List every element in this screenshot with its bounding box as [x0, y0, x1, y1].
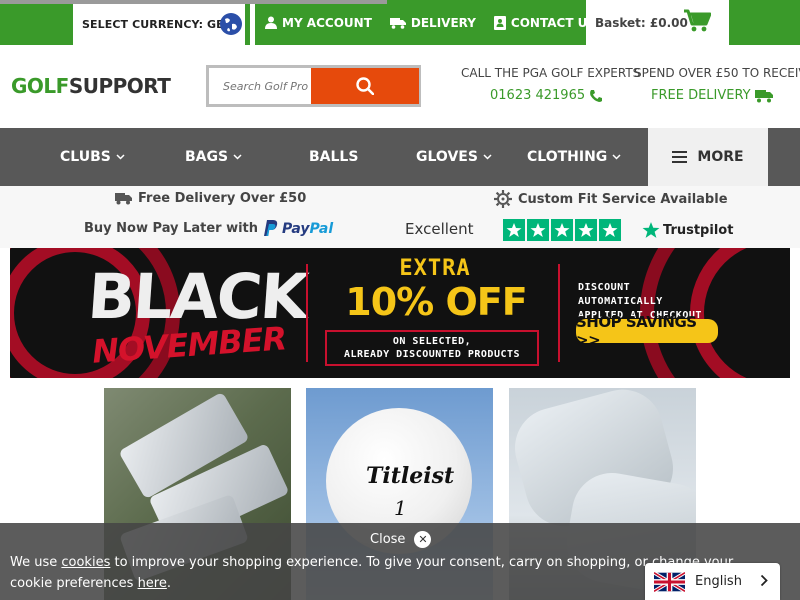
basket-label: Basket: £0.00: [595, 15, 688, 30]
usp-custom-fit[interactable]: Custom Fit Service Available: [494, 190, 728, 208]
nav-item-label: GLOVES: [416, 149, 478, 165]
currency-selector[interactable]: SELECT CURRENCY: GBP: [73, 4, 245, 45]
trustpilot-star-icon: [642, 222, 660, 238]
banner-discount-text: 10% OFF: [345, 280, 527, 324]
logo-golf: GOLF: [11, 74, 69, 98]
delivery-label: DELIVERY: [410, 15, 476, 30]
truck-icon: [389, 17, 406, 29]
nav-item-label: CLOTHING: [527, 149, 608, 165]
language-label: English: [695, 574, 742, 589]
nav-item-label: BAGS: [185, 149, 229, 165]
banner-selected-line2: ALREADY DISCOUNTED PRODUCTS: [343, 349, 521, 360]
banner-selected-text: ON SELECTED, ALREADY DISCOUNTED PRODUCTS: [327, 335, 537, 361]
star-icon: [575, 219, 597, 241]
star-icon: [551, 219, 573, 241]
hamburger-icon: [672, 151, 688, 163]
paypal-text-pal: Pal: [309, 220, 334, 237]
shopping-cart-icon: [684, 9, 711, 32]
phone-label: 01623 421965: [490, 88, 586, 103]
top-bar-divider: [250, 4, 255, 45]
uk-flag-icon: [654, 571, 685, 592]
truck-icon: [754, 89, 773, 102]
chevron-down-icon: [116, 154, 125, 160]
trustpilot-rating-word: Excellent: [405, 220, 474, 238]
search-input[interactable]: [209, 68, 309, 104]
cookie-text-3: .: [166, 576, 171, 591]
search-box: [206, 65, 421, 107]
more-label: MORE: [697, 149, 744, 165]
gear-icon: [494, 190, 512, 208]
star-icon: [599, 219, 621, 241]
golf-ball-number: 1: [394, 496, 407, 520]
more-menu-button[interactable]: MORE: [648, 128, 768, 186]
phone-icon: [590, 89, 603, 102]
chevron-right-icon: [760, 574, 768, 587]
nav-item-gloves[interactable]: GLOVES: [416, 128, 492, 186]
truck-icon: [115, 193, 132, 205]
nav-item-label: BALLS: [309, 149, 359, 165]
language-selector[interactable]: English: [645, 563, 780, 600]
site-header: GOLFSUPPORT CALL THE PGA GOLF EXPERTS 01…: [0, 45, 800, 128]
search-button[interactable]: [311, 68, 419, 104]
usp-pay-later-label: Buy Now Pay Later with: [84, 221, 259, 236]
trustpilot-label: Trustpilot: [663, 222, 734, 238]
contact-us-link[interactable]: CONTACT US: [493, 15, 597, 30]
currency-label: SELECT CURRENCY: GBP: [82, 18, 233, 31]
nav-item-bags[interactable]: BAGS: [185, 128, 242, 186]
my-account-label: MY ACCOUNT: [282, 15, 372, 30]
trustpilot-stars[interactable]: [503, 219, 623, 241]
star-icon: [527, 219, 549, 241]
banner-divider: [306, 264, 308, 362]
user-icon: [265, 16, 277, 29]
usp-paypal[interactable]: Buy Now Pay Later with Pay Pal: [84, 220, 333, 237]
spend-over-text: SPEND OVER £50 TO RECEIVE: [634, 66, 800, 80]
site-logo[interactable]: GOLFSUPPORT: [11, 74, 171, 98]
usp-custom-fit-label: Custom Fit Service Available: [518, 191, 728, 207]
delivery-link[interactable]: DELIVERY: [389, 15, 476, 30]
chevron-down-icon: [612, 154, 621, 160]
cookie-preferences-link[interactable]: here: [138, 576, 167, 591]
paypal-text-pay: Pay: [282, 220, 310, 237]
paypal-logo: Pay Pal: [264, 220, 333, 237]
cookies-link[interactable]: cookies: [61, 555, 110, 570]
usp-free-delivery[interactable]: Free Delivery Over £50: [115, 191, 306, 206]
paypal-icon: [264, 220, 278, 236]
banner-auto-line1: DISCOUNT AUTOMATICALLY: [578, 282, 663, 307]
top-bar: SELECT CURRENCY: GBP MY ACCOUNT DELIVERY…: [0, 0, 800, 45]
contact-us-label: CONTACT US: [510, 15, 597, 30]
chevron-down-icon: [483, 154, 492, 160]
banner-black-text: BLACK: [85, 260, 309, 333]
globe-icon: [220, 13, 242, 35]
my-account-link[interactable]: MY ACCOUNT: [265, 16, 372, 30]
phone-number[interactable]: 01623 421965: [490, 88, 603, 103]
golf-ball-brand: Titleist: [366, 463, 455, 489]
logo-support: SUPPORT: [68, 74, 171, 98]
black-november-banner[interactable]: BLACK NOVEMBER EXTRA 10% OFF ON SELECTED…: [10, 248, 790, 378]
free-delivery-header: FREE DELIVERY: [651, 88, 773, 103]
cookie-text-2: to improve your shopping experience. To …: [10, 555, 734, 591]
banner-extra-text: EXTRA: [399, 256, 471, 281]
cookie-close-label: Close: [370, 532, 406, 547]
top-links: MY ACCOUNT DELIVERY CONTACT US: [265, 0, 614, 45]
banner-divider: [558, 264, 560, 362]
main-navigation: CLUBS BAGS BALLS GLOVES CLOTHING MORE: [0, 128, 800, 186]
basket[interactable]: Basket: £0.00: [586, 0, 729, 45]
pga-experts-text: CALL THE PGA GOLF EXPERTS: [461, 66, 641, 80]
trustpilot-logo[interactable]: Trustpilot: [642, 221, 733, 239]
cookie-close-button[interactable]: Close ✕: [370, 531, 432, 548]
close-icon: ✕: [414, 531, 432, 548]
search-icon: [356, 77, 374, 95]
usp-free-delivery-label: Free Delivery Over £50: [138, 191, 307, 206]
nav-item-label: CLUBS: [60, 149, 111, 165]
chevron-down-icon: [233, 154, 242, 160]
nav-item-clubs[interactable]: CLUBS: [60, 128, 125, 186]
shop-savings-button[interactable]: SHOP SAVINGS >>: [576, 313, 718, 349]
banner-selected-line1: ON SELECTED,: [392, 336, 472, 347]
cookie-text-1: We use: [10, 555, 62, 570]
nav-item-clothing[interactable]: CLOTHING: [527, 128, 621, 186]
nav-item-balls[interactable]: BALLS: [309, 128, 358, 186]
free-delivery-label: FREE DELIVERY: [651, 88, 751, 103]
star-icon: [503, 219, 525, 241]
contact-card-icon: [493, 15, 506, 30]
